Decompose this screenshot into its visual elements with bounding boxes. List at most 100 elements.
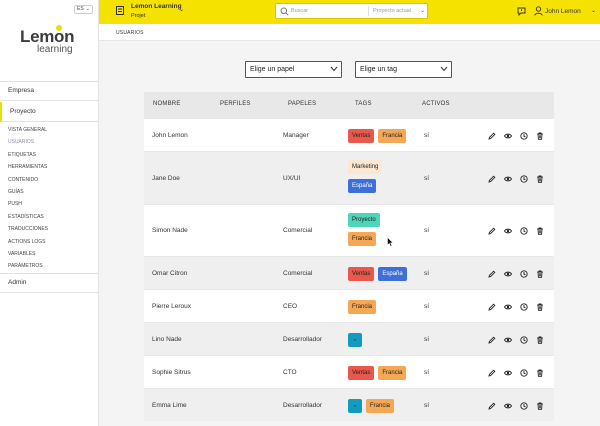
user-icon[interactable] <box>534 6 543 16</box>
tags-cell: Marketing España <box>348 160 383 193</box>
user-role-cell: CTO <box>283 369 297 376</box>
delete-icon[interactable] <box>536 369 544 377</box>
history-icon[interactable] <box>520 336 528 344</box>
feedback-icon[interactable] <box>517 7 526 16</box>
tags-cell: Francia <box>348 300 377 314</box>
search-bar: Buscar Proyecto actual ⌄ <box>275 3 428 19</box>
view-icon[interactable] <box>504 227 512 235</box>
table-row[interactable]: Emma Lime Desarrollador sí TI Francia <box>144 388 554 421</box>
column-header-tags[interactable]: Tags <box>355 101 372 107</box>
user-role-cell: CEO <box>283 303 298 310</box>
sidebar-item-contenido[interactable]: Contenido <box>8 174 98 186</box>
column-header-activos[interactable]: Activos <box>422 101 450 107</box>
history-icon[interactable] <box>520 175 528 183</box>
view-icon[interactable] <box>504 336 512 344</box>
table-row[interactable]: Jane Doe UX/UI sí Marketing España <box>144 151 554 204</box>
sidebar-item-parametros[interactable]: Parámetros <box>8 260 98 272</box>
table-row[interactable]: Sophie Sitrus CTO sí Ventas Francia <box>144 355 554 388</box>
history-icon[interactable] <box>520 132 528 140</box>
sidebar-item-etiquetas[interactable]: Etiquetas <box>8 149 98 161</box>
user-role-cell: Manager <box>283 132 309 139</box>
sidebar-item-proyecto[interactable]: Proyecto <box>0 102 99 122</box>
edit-icon[interactable] <box>488 303 496 311</box>
delete-icon[interactable] <box>536 132 544 140</box>
sidebar-item-variables[interactable]: Variables <box>8 248 98 260</box>
history-icon[interactable] <box>520 270 528 278</box>
sidebar-item-herramientas[interactable]: Herramientas <box>8 161 98 173</box>
edit-icon[interactable] <box>488 175 496 183</box>
delete-icon[interactable] <box>536 175 544 183</box>
breadcrumb: Usuarios <box>116 30 144 36</box>
search-scope-select[interactable]: Proyecto actual <box>373 8 411 14</box>
tag-filter-label: Elige un tag <box>360 66 397 73</box>
history-icon[interactable] <box>520 303 528 311</box>
user-name-cell: Jane Doe <box>152 175 180 182</box>
user-name-cell: Omar Citron <box>152 270 188 277</box>
chevron-down-icon[interactable]: ⌄ <box>179 6 184 13</box>
view-icon[interactable] <box>504 175 512 183</box>
row-actions <box>488 402 544 410</box>
edit-icon[interactable] <box>488 132 496 140</box>
user-role-cell: UX/UI <box>283 175 301 182</box>
row-actions <box>488 336 544 344</box>
view-icon[interactable] <box>504 132 512 140</box>
delete-icon[interactable] <box>536 402 544 410</box>
row-actions <box>488 303 544 311</box>
language-label: ES <box>77 6 84 12</box>
app-root: ES ⌄ Lemon learning Empresa Proyecto Vis… <box>0 0 600 426</box>
sidebar-item-admin[interactable]: Admin <box>0 273 99 293</box>
sidebar-item-actions-logs[interactable]: Actions logs <box>8 236 98 248</box>
column-header-nombre[interactable]: Nombre <box>153 101 181 107</box>
edit-icon[interactable] <box>488 369 496 377</box>
edit-icon[interactable] <box>488 336 496 344</box>
user-active-cell: sí <box>424 336 430 343</box>
tags-cell: Ventas Francia <box>348 366 407 380</box>
sidebar-item-usuarios[interactable]: Usuarios <box>8 136 98 148</box>
language-select[interactable]: ES ⌄ <box>74 5 93 14</box>
sidebar-item-empresa[interactable]: Empresa <box>0 81 99 101</box>
view-icon[interactable] <box>504 303 512 311</box>
user-active-cell: sí <box>424 132 430 139</box>
table-row[interactable]: Pierre Leroux CEO sí Francia <box>144 289 554 322</box>
chevron-down-icon[interactable]: ⌄ <box>591 7 596 14</box>
edit-icon[interactable] <box>488 227 496 235</box>
sidebar-item-estadisticas[interactable]: Estadísticas <box>8 211 98 223</box>
chevron-down-icon <box>440 66 448 72</box>
tag-badge: Francia <box>378 129 407 143</box>
tag-filter-select[interactable]: Elige un tag <box>355 61 452 78</box>
edit-icon[interactable] <box>488 270 496 278</box>
sidebar-item-guias[interactable]: Guías <box>8 186 98 198</box>
row-actions <box>488 175 544 183</box>
sidebar-item-push[interactable]: Push <box>8 198 98 210</box>
column-header-perfiles[interactable]: Perfiles <box>220 101 251 107</box>
column-header-papeles[interactable]: Papeles <box>288 101 316 107</box>
sidebar-item-traducciones[interactable]: Traducciones <box>8 223 98 235</box>
view-icon[interactable] <box>504 369 512 377</box>
view-icon[interactable] <box>504 402 512 410</box>
row-actions <box>488 270 544 278</box>
delete-icon[interactable] <box>536 270 544 278</box>
project-name[interactable]: Lemon Learning <box>131 3 182 10</box>
user-active-cell: sí <box>424 175 430 182</box>
delete-icon[interactable] <box>536 227 544 235</box>
edit-icon[interactable] <box>488 402 496 410</box>
project-subtitle: Projet <box>131 13 146 19</box>
table-row[interactable]: Lino Nade Desarrollador sí TI <box>144 322 554 355</box>
role-filter-select[interactable]: Elige un papel <box>245 61 342 78</box>
delete-icon[interactable] <box>536 303 544 311</box>
history-icon[interactable] <box>520 402 528 410</box>
table-row[interactable]: Omar Citron Comercial sí Ventas España <box>144 256 554 289</box>
sidebar-item-vista-general[interactable]: Vista general <box>8 124 98 136</box>
view-icon[interactable] <box>504 270 512 278</box>
chevron-down-icon[interactable]: ⌄ <box>420 7 425 14</box>
search-input[interactable]: Buscar <box>291 8 308 14</box>
history-icon[interactable] <box>520 227 528 235</box>
tags-cell: TI Francia <box>348 399 395 413</box>
user-menu-name[interactable]: John Lemon <box>545 8 581 15</box>
tag-badge: Ventas <box>348 366 375 380</box>
table-row[interactable]: John Lemon Manager sí Ventas Francia <box>144 118 554 151</box>
table-row[interactable]: Simon Nade Comercial sí Proyecto Francia <box>144 204 554 256</box>
history-icon[interactable] <box>520 369 528 377</box>
user-active-cell: sí <box>424 227 430 234</box>
delete-icon[interactable] <box>536 336 544 344</box>
